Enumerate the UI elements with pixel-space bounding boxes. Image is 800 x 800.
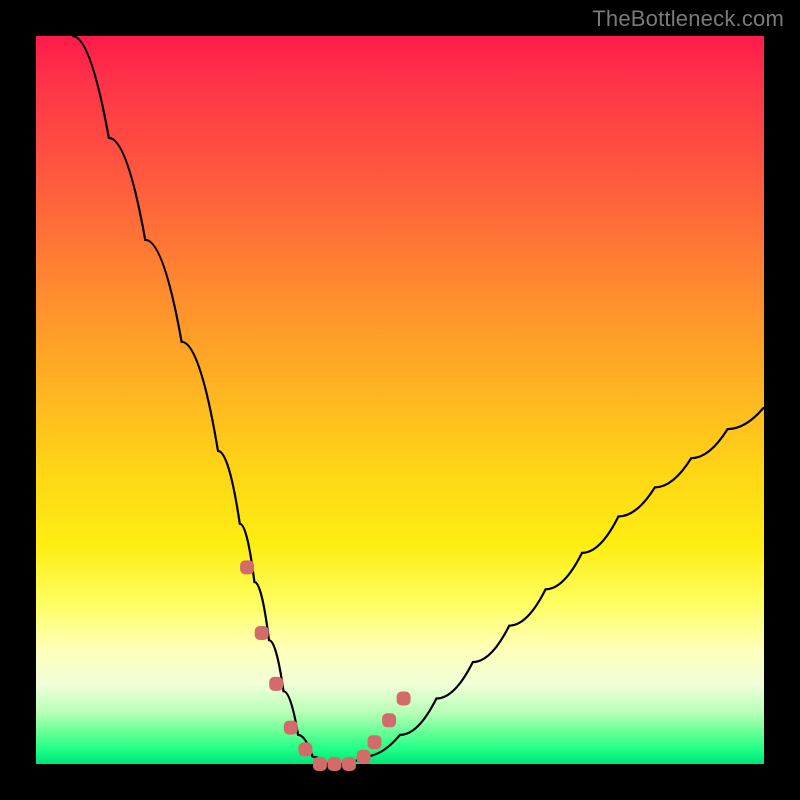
bottleneck-curve xyxy=(72,36,764,764)
marker-point xyxy=(368,735,382,749)
marker-point xyxy=(313,757,327,771)
marker-point xyxy=(284,721,298,735)
marker-point xyxy=(328,757,342,771)
marker-point xyxy=(357,750,371,764)
marker-point xyxy=(255,626,269,640)
marker-point xyxy=(342,757,356,771)
marker-point xyxy=(397,692,411,706)
marker-point xyxy=(382,713,396,727)
curve-layer xyxy=(36,36,764,764)
marker-point xyxy=(298,742,312,756)
marker-group xyxy=(240,560,411,771)
chart-frame: TheBottleneck.com xyxy=(0,0,800,800)
plot-area xyxy=(36,36,764,764)
watermark-text: TheBottleneck.com xyxy=(592,6,784,32)
marker-point xyxy=(240,560,254,574)
marker-point xyxy=(269,677,283,691)
